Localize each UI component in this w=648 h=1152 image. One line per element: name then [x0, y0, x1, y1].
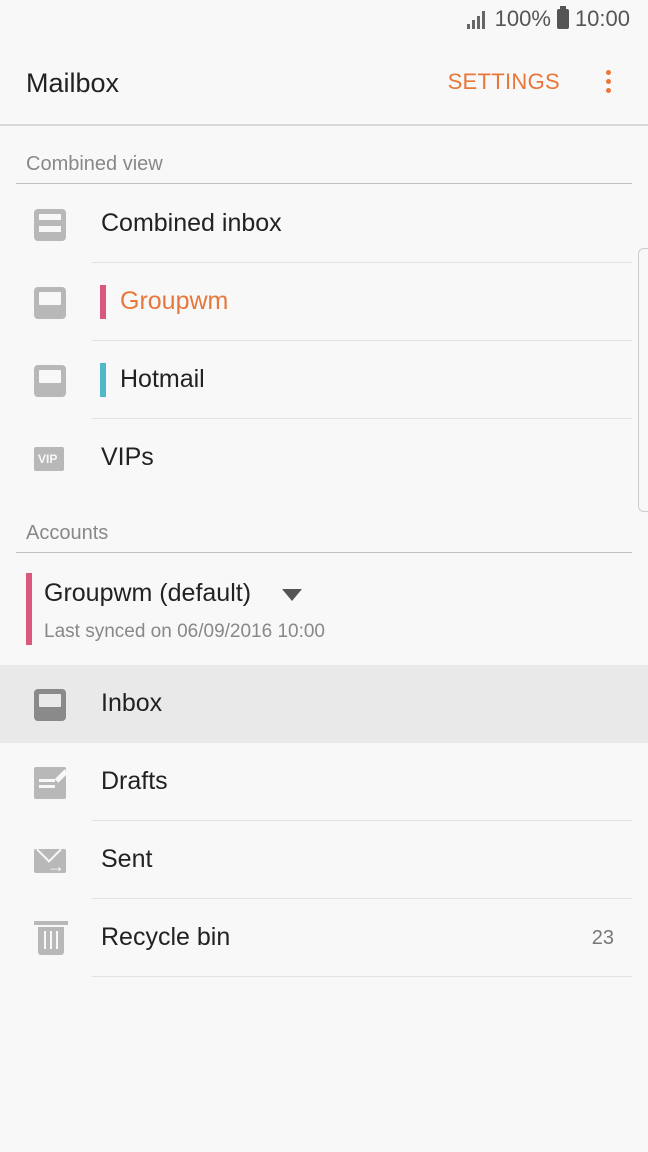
settings-button[interactable]: SETTINGS: [448, 69, 560, 95]
account-selector[interactable]: Groupwm (default) Last synced on 06/09/2…: [0, 565, 648, 665]
drafts-icon: [34, 767, 66, 799]
groupwm-color-bar: [100, 285, 106, 319]
recycle-bin-count: 23: [591, 927, 614, 949]
groupwm-inbox-item[interactable]: Groupwm: [0, 263, 648, 341]
groupwm-label: Groupwm: [120, 287, 229, 315]
folder-inbox[interactable]: Inbox: [0, 665, 648, 743]
account-color-bar: [26, 573, 32, 645]
sent-icon: [34, 849, 66, 877]
app-bar-divider: [0, 124, 648, 126]
app-bar: Mailbox SETTINGS: [0, 40, 648, 124]
page-title: Mailbox: [26, 68, 120, 98]
vips-item[interactable]: VIP VIPs: [0, 419, 648, 497]
folder-recycle-bin-label: Recycle bin: [101, 923, 231, 951]
combined-inbox-item[interactable]: Combined inbox: [0, 185, 648, 263]
trash-icon: [34, 921, 68, 955]
last-synced-text: Last synced on 06/09/2016 10:00: [44, 621, 326, 642]
folder-drafts[interactable]: Drafts: [0, 743, 648, 821]
more-options-icon[interactable]: [598, 68, 618, 96]
hotmail-inbox-item[interactable]: Hotmail: [0, 341, 648, 419]
folder-sent[interactable]: Sent: [0, 821, 648, 899]
folder-inbox-label: Inbox: [101, 689, 163, 717]
battery-icon: [556, 6, 569, 29]
section-header-accounts: Accounts: [26, 522, 109, 544]
clock: 10:00: [574, 6, 630, 31]
status-icons: 100% 10:00: [466, 6, 630, 32]
folder-recycle-bin[interactable]: Recycle bin 23: [0, 899, 648, 977]
vip-folder-icon: VIP: [34, 447, 64, 471]
hotmail-color-bar: [100, 363, 106, 397]
inbox-tray-icon: [34, 287, 66, 319]
combined-inbox-icon: [34, 209, 66, 241]
signal-icon: [466, 9, 489, 29]
section-divider: [16, 552, 632, 553]
folder-sent-label: Sent: [101, 845, 153, 873]
account-name: Groupwm (default): [44, 579, 252, 607]
dropdown-arrow-icon[interactable]: [282, 589, 302, 601]
inbox-tray-icon: [34, 365, 66, 397]
vip-icon-text: VIP: [38, 452, 58, 466]
combined-inbox-label: Combined inbox: [101, 209, 282, 237]
battery-percent: 100%: [494, 6, 551, 31]
status-bar: 100% 10:00: [0, 0, 648, 40]
drawer-handle[interactable]: [638, 248, 648, 512]
section-header-combined-view: Combined view: [26, 153, 163, 175]
section-divider: [16, 183, 632, 184]
inbox-tray-icon: [34, 689, 66, 721]
hotmail-label: Hotmail: [120, 365, 205, 393]
folder-drafts-label: Drafts: [101, 767, 168, 795]
vips-label: VIPs: [101, 443, 154, 471]
